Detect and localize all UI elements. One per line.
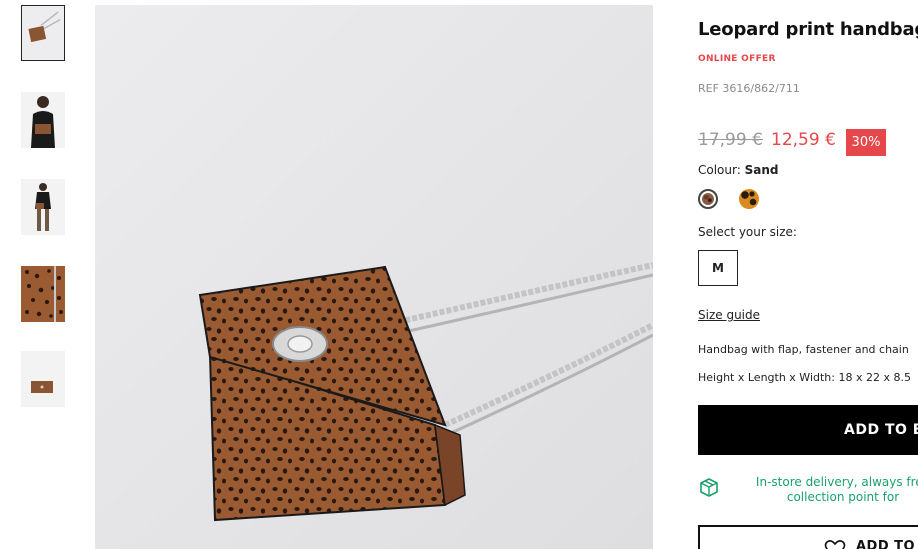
main-product-image[interactable] — [95, 5, 653, 549]
size-select-label: Select your size: — [698, 225, 797, 239]
thumbnail-texture-detail[interactable] — [21, 266, 65, 322]
size-button-m[interactable]: M — [698, 250, 738, 286]
sale-price: 12,59 € — [771, 130, 836, 150]
thumbnail-flat-image — [21, 351, 65, 407]
thumbnail-bag-image — [22, 6, 64, 60]
add-to-wishlist-label: ADD TO W — [856, 539, 918, 549]
package-icon — [700, 478, 718, 497]
colour-label-text: Colour: — [698, 163, 741, 177]
size-guide-link[interactable]: Size guide — [698, 308, 760, 322]
delivery-info: In-store delivery, always free collectio… — [755, 475, 918, 504]
thumbnail-full-body-image — [21, 179, 65, 235]
product-info-panel: Leopard print handbag ONLINE OFFER REF 3… — [698, 0, 918, 549]
thumbnail-model-full[interactable] — [21, 179, 65, 235]
product-dimensions: Height x Length x Width: 18 x 22 x 8.5 — [698, 371, 911, 384]
handbag-illustration — [95, 5, 653, 549]
product-description: Handbag with flap, fastener and chain — [698, 343, 909, 356]
product-title: Leopard print handbag — [698, 19, 918, 40]
colour-swatch-sand[interactable] — [698, 189, 718, 209]
online-offer-label: ONLINE OFFER — [698, 54, 776, 64]
add-to-bag-button[interactable]: ADD TO BA — [698, 405, 918, 455]
thumbnail-model-image — [21, 92, 65, 148]
heart-icon — [824, 540, 846, 549]
product-reference: REF 3616/862/711 — [698, 82, 800, 95]
thumbnail-texture-image — [21, 266, 65, 322]
discount-badge: 30% — [846, 129, 886, 156]
old-price: 17,99 € — [698, 130, 763, 150]
colour-label: Colour: Sand — [698, 163, 778, 177]
colour-value: Sand — [744, 163, 779, 177]
thumbnail-bag-flat[interactable] — [21, 351, 65, 407]
swatch-sand-fill — [702, 193, 714, 205]
colour-swatch-orange-leopard[interactable] — [739, 189, 759, 209]
thumbnail-bag-on-floor[interactable] — [21, 5, 65, 61]
thumbnail-model-wearing[interactable] — [21, 92, 65, 148]
add-to-wishlist-button[interactable]: ADD TO W — [698, 525, 918, 549]
